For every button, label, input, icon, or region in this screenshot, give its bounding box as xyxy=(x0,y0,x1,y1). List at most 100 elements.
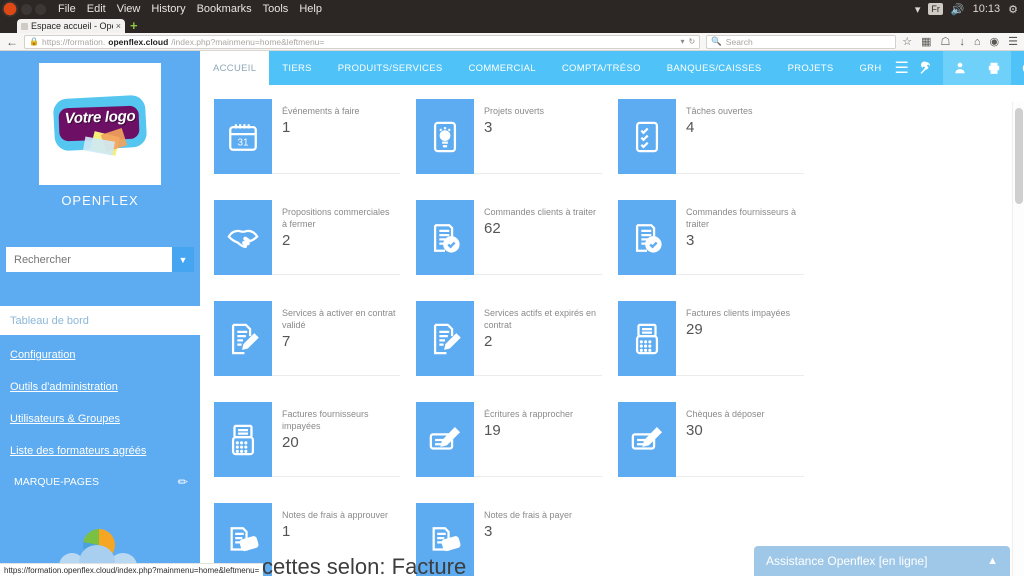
widget-card[interactable]: Commandes fournisseurs à traiter 3 xyxy=(618,200,820,301)
contract-sign-icon xyxy=(214,301,272,376)
os-menu-edit[interactable]: Edit xyxy=(87,3,106,15)
power-icon[interactable] xyxy=(1011,51,1024,85)
download-icon[interactable]: ↓ xyxy=(959,36,965,48)
browser-tab[interactable]: Espace accueil - Ope... × xyxy=(17,19,125,33)
scrollbar-thumb[interactable] xyxy=(1015,108,1023,204)
os-menu-help[interactable]: Help xyxy=(299,3,322,15)
sidebar-item-dashboard[interactable]: Tableau de bord xyxy=(0,306,200,335)
widget-label: Factures fournisseurs impayées xyxy=(282,409,369,431)
widget-card[interactable]: Commandes clients à traiter 62 xyxy=(416,200,618,301)
widget-card[interactable]: Factures fournisseurs impayées 20 xyxy=(214,402,416,503)
widget-value: 62 xyxy=(484,220,501,237)
new-tab-button[interactable]: + xyxy=(130,19,138,32)
reload-icon[interactable]: ↻ xyxy=(689,37,696,46)
window-minimize-icon[interactable] xyxy=(21,3,32,15)
widget-value: 3 xyxy=(686,232,695,249)
sidebar-item-configuration[interactable]: Configuration xyxy=(0,339,200,371)
sidebar-section-bookmarks[interactable]: MARQUE-PAGES ✎ xyxy=(0,467,200,497)
print-icon[interactable] xyxy=(976,51,1011,85)
tab-favicon-icon xyxy=(21,22,28,30)
sidebar-item-trainers-list[interactable]: Liste des formateurs agréés xyxy=(0,435,200,467)
nav-tab-grh[interactable]: GRH xyxy=(846,51,894,85)
widget-card[interactable]: Propositions commerciales à fermer 2 xyxy=(214,200,416,301)
widget-card[interactable]: Chèques à déposer 30 xyxy=(618,402,820,503)
browser-search-box[interactable]: 🔍 Search xyxy=(706,34,897,49)
widget-label: Tâches ouvertes xyxy=(686,106,753,116)
home-icon[interactable]: ⌂ xyxy=(974,36,981,48)
calendar-icon: 31 xyxy=(214,99,272,174)
nav-tab-accueil[interactable]: ACCUEIL xyxy=(200,51,270,85)
clock[interactable]: 10:13 xyxy=(973,3,1001,15)
user-icon[interactable] xyxy=(942,51,977,85)
close-icon[interactable]: × xyxy=(116,21,121,31)
widget-value: 2 xyxy=(484,333,493,350)
url-prefix: https://formation. xyxy=(41,36,106,47)
widget-value: 29 xyxy=(686,321,703,338)
partial-heading: cettes selon: Facture xyxy=(262,554,467,576)
gear-icon[interactable]: ⚙ xyxy=(1008,3,1018,16)
widget-card[interactable]: 31 Événements à faire 1 xyxy=(214,99,416,200)
os-menu-view[interactable]: View xyxy=(117,3,141,15)
widget-value: 2 xyxy=(282,232,291,249)
window-maximize-icon[interactable] xyxy=(35,3,46,15)
nav-tab-tiers[interactable]: TIERS xyxy=(269,51,324,85)
widget-label: Notes de frais à payer xyxy=(484,510,573,520)
ubuntu-logo-icon[interactable] xyxy=(2,1,18,17)
keyboard-layout-indicator[interactable]: Fr xyxy=(928,3,943,15)
widget-label: Services actifs et expirés en contrat xyxy=(484,308,597,330)
widget-card[interactable]: Services à activer en contrat validé 7 xyxy=(214,301,416,402)
widget-label: Chèques à déposer xyxy=(686,409,765,419)
widget-grid: 31 Événements à faire 1 Projets ouverts … xyxy=(214,99,1012,576)
sidebar-search[interactable]: ▼ xyxy=(6,247,194,272)
widget-card[interactable]: Services actifs et expirés en contrat 2 xyxy=(416,301,618,402)
svg-text:31: 31 xyxy=(237,137,249,148)
widget-value: 3 xyxy=(484,119,493,136)
sidebar-item-users-groups[interactable]: Utilisateurs & Groupes xyxy=(0,403,200,435)
back-icon[interactable]: ← xyxy=(6,35,18,49)
sidebar-item-admin-tools[interactable]: Outils d'administration xyxy=(0,371,200,403)
os-menu-tools[interactable]: Tools xyxy=(263,3,289,15)
nav-tab-commercial[interactable]: COMMERCIAL xyxy=(455,51,548,85)
wifi-icon[interactable]: ▾ xyxy=(915,3,921,16)
widget-card[interactable]: Tâches ouvertes 4 xyxy=(618,99,820,200)
widget-card[interactable]: Factures clients impayées 29 xyxy=(618,301,820,402)
widget-card[interactable]: Écritures à rapprocher 19 xyxy=(416,402,618,503)
screen: File Edit View History Bookmarks Tools H… xyxy=(0,0,1024,576)
page-scrollbar[interactable] xyxy=(1012,102,1024,576)
nav-tab-compta-treso[interactable]: COMPTA/TRÉSO xyxy=(549,51,654,85)
nav-tab-produits-services[interactable]: PRODUITS/SERVICES xyxy=(325,51,456,85)
brand-name: OPENFLEX xyxy=(61,193,139,208)
tools-icon[interactable] xyxy=(909,51,943,85)
chevron-up-icon[interactable]: ▲ xyxy=(987,555,998,567)
os-menu-bar: File Edit View History Bookmarks Tools H… xyxy=(58,3,322,15)
widget-value: 3 xyxy=(484,523,493,540)
os-menu-history[interactable]: History xyxy=(151,3,185,15)
pencil-icon[interactable]: ✎ xyxy=(174,473,191,490)
widget-card[interactable]: Projets ouverts 3 xyxy=(416,99,618,200)
reader-icon[interactable]: ▦ xyxy=(921,35,931,48)
widget-label: Écritures à rapprocher xyxy=(484,409,574,419)
status-url: https://formation.openflex.cloud/index.p… xyxy=(4,565,260,575)
assistance-label: Assistance Openflex [en ligne] xyxy=(766,554,928,568)
browser-search-placeholder: Search xyxy=(725,36,753,47)
cheque-sign-icon xyxy=(618,402,676,477)
chevron-down-icon[interactable]: ▼ xyxy=(172,247,194,272)
os-menu-bookmarks[interactable]: Bookmarks xyxy=(197,3,252,15)
sync-icon[interactable]: ◉ xyxy=(990,35,1000,48)
address-bar[interactable]: 🔒 https://formation. openflex.cloud /ind… xyxy=(24,34,701,49)
url-domain: openflex.cloud xyxy=(108,36,169,47)
chevron-down-icon[interactable]: ▾ xyxy=(680,37,684,46)
pocket-icon[interactable]: ☖ xyxy=(940,35,950,48)
widget-value: 7 xyxy=(282,333,291,350)
assistance-widget[interactable]: Assistance Openflex [en ligne] ▲ xyxy=(754,546,1010,576)
volume-icon[interactable]: 🔊 xyxy=(951,3,965,16)
tab-title: Espace accueil - Ope... xyxy=(31,21,113,31)
logo-text: Votre logo xyxy=(64,107,136,128)
star-icon[interactable]: ☆ xyxy=(902,35,912,48)
os-menu-file[interactable]: File xyxy=(58,3,76,15)
search-input[interactable] xyxy=(6,247,172,272)
nav-tab-projets[interactable]: PROJETS xyxy=(775,51,847,85)
nav-tab-banques-caisses[interactable]: BANQUES/CAISSES xyxy=(654,51,775,85)
menu-icon[interactable]: ☰ xyxy=(1008,35,1018,48)
hamburger-menu-icon[interactable]: ☰ xyxy=(895,51,909,85)
